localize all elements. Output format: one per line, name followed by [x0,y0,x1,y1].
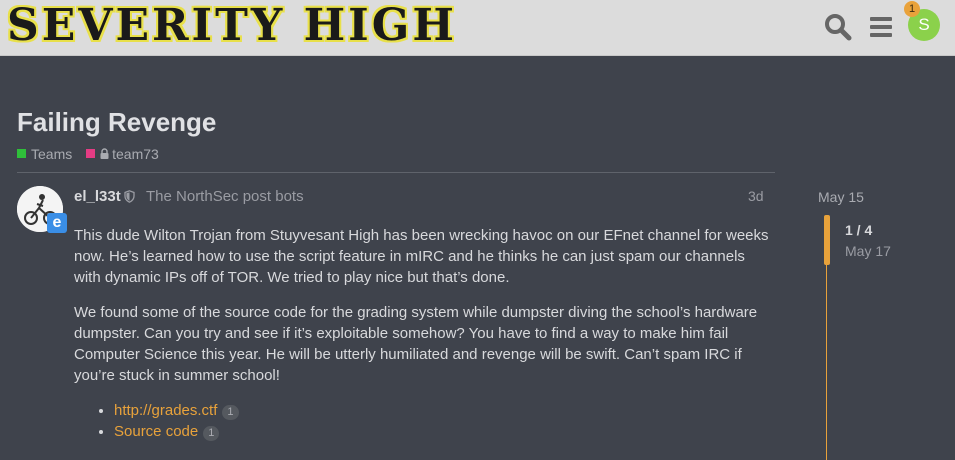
timeline-current-date: May 17 [845,243,891,259]
post-user-group[interactable]: The NorthSec post bots [146,188,304,205]
link-click-count: 1 [203,426,220,441]
source-code-link[interactable]: Source code [114,423,198,440]
category-label: Teams [31,145,73,162]
list-item: http://grades.ctf 1 [114,400,774,421]
lock-icon [100,146,109,162]
hamburger-menu-icon[interactable] [867,12,897,42]
grades-link[interactable]: http://grades.ctf [114,402,217,419]
timeline-scroll-handle[interactable] [824,215,830,265]
post-username[interactable]: el_l33t [74,188,121,205]
category-teams[interactable]: Teams [17,146,72,162]
topic-title[interactable]: Failing Revenge [17,107,216,138]
post-paragraph: This dude Wilton Trojan from Stuyvesant … [74,227,769,286]
timeline-start-date[interactable]: May 15 [818,189,864,205]
timeline-position: 1 / 4 [845,222,873,238]
post-link-list: http://grades.ctf 1 Source code 1 [74,400,774,442]
site-header: SEVERITY HIGH S 1 [0,0,955,56]
notification-badge[interactable]: 1 [904,1,920,17]
shield-icon [124,190,135,208]
site-logo[interactable]: SEVERITY HIGH [7,1,457,51]
list-item: Source code 1 [114,421,774,442]
post-date[interactable]: 3d [748,188,764,204]
flair-badge: e [47,213,67,233]
category-color-swatch [86,149,96,158]
link-click-count: 1 [222,405,239,420]
search-icon[interactable] [823,12,853,42]
topic-tags: Teams team73 [17,145,169,162]
poster-avatar[interactable]: e [17,186,67,233]
post-paragraph: We found some of the source code for the… [74,304,758,384]
user-avatar-button[interactable]: S 1 [904,1,942,43]
title-divider [17,172,775,173]
category-team73[interactable]: team73 [86,146,159,162]
category-color-swatch [17,149,26,158]
category-label: team73 [112,145,159,162]
post-body: This dude Wilton Trojan from Stuyvesant … [74,225,774,442]
